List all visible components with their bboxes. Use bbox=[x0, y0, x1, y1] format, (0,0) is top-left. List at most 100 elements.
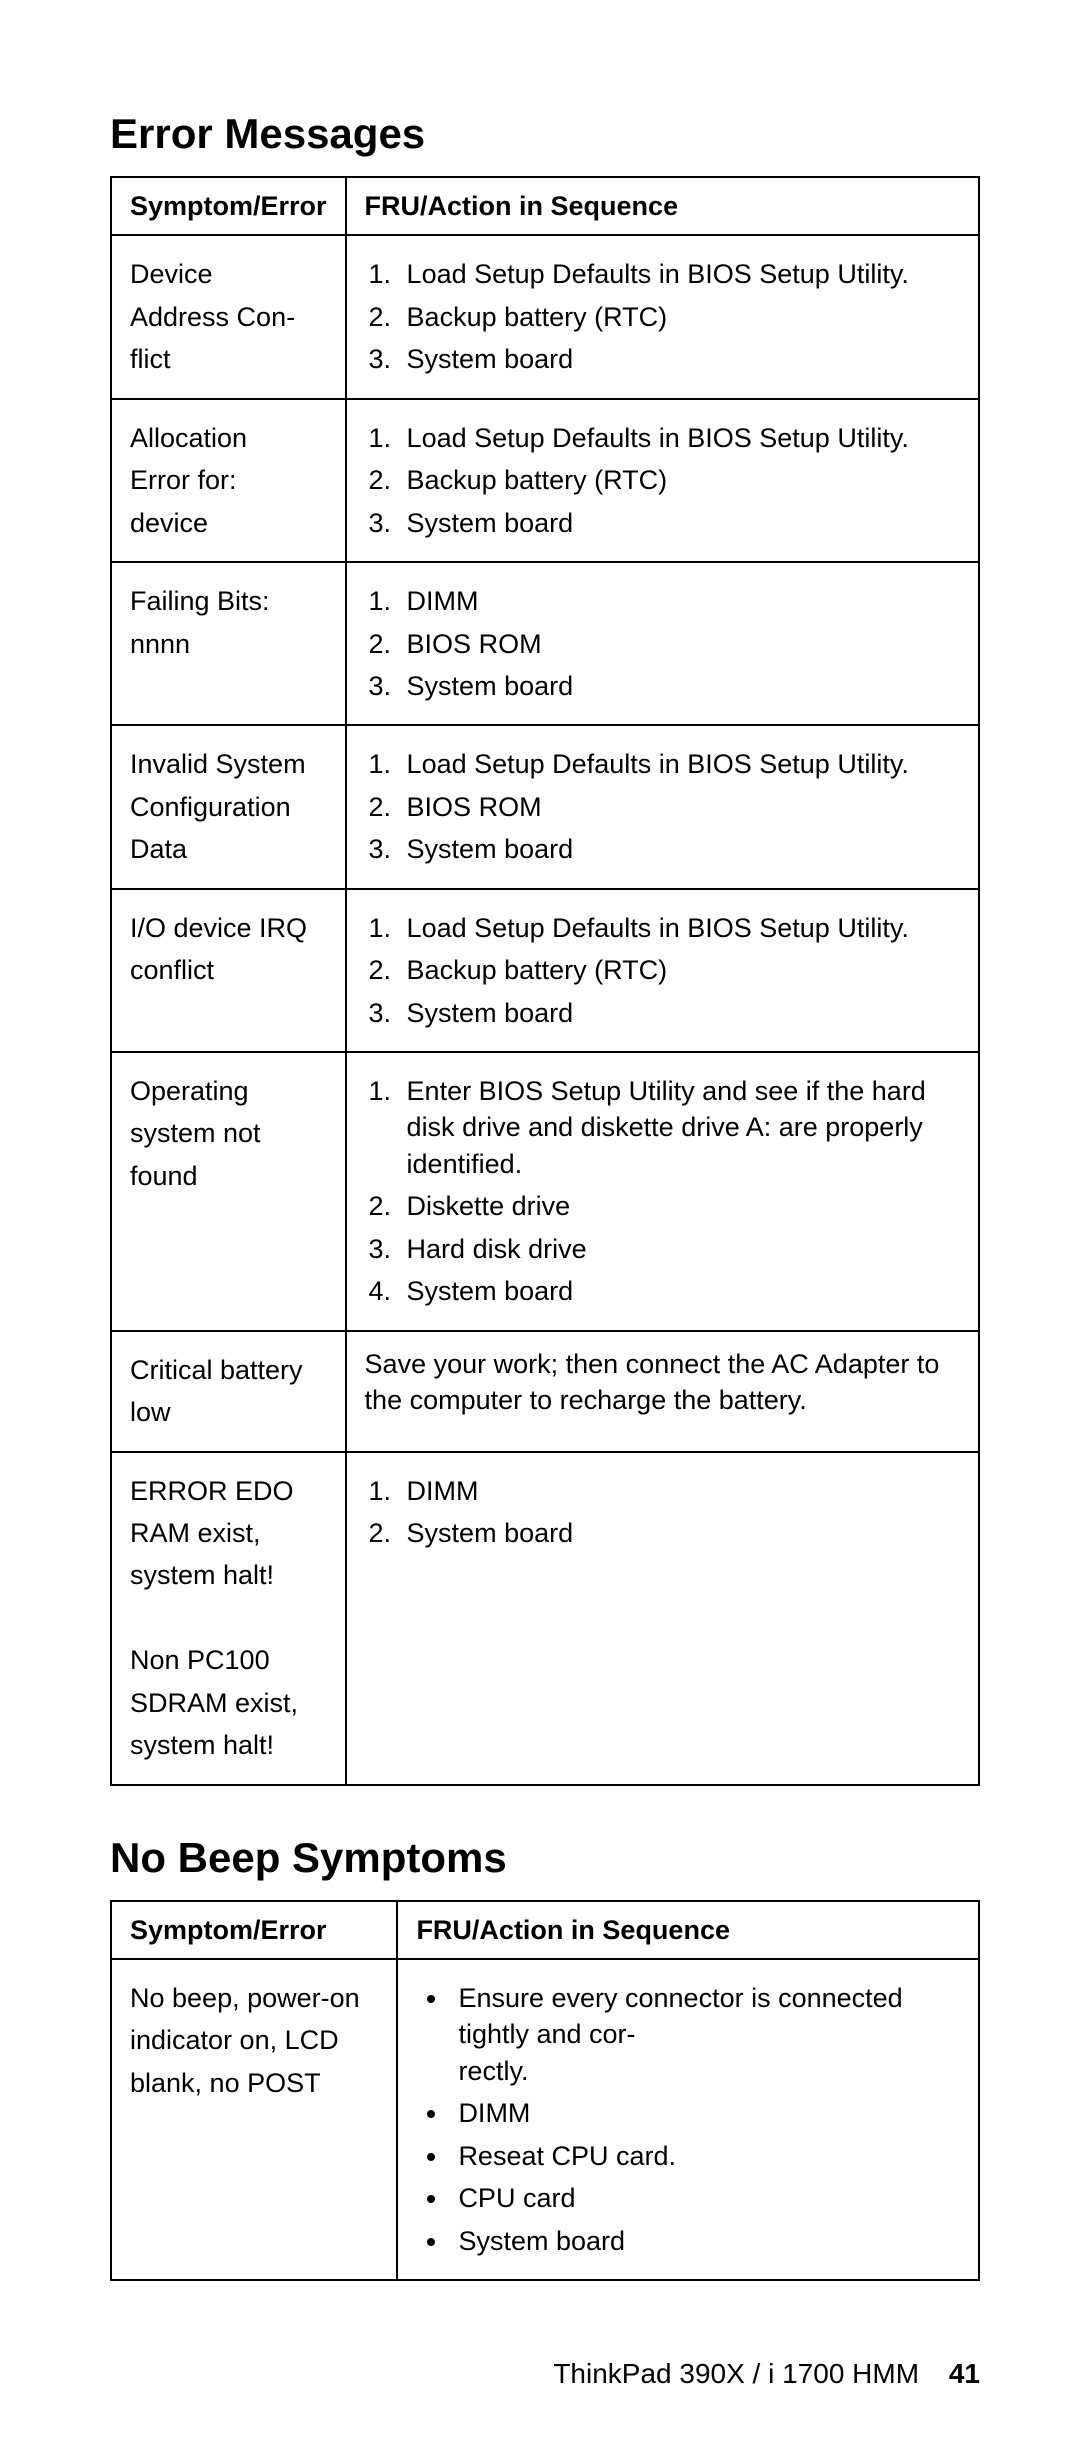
action-item: BIOS ROM bbox=[399, 626, 960, 662]
action-item: Hard disk drive bbox=[399, 1231, 960, 1267]
col-action-header: FRU/Action in Sequence bbox=[346, 177, 979, 235]
symptom-line bbox=[130, 1600, 327, 1636]
action-item: BIOS ROM bbox=[399, 789, 960, 825]
action-list: Load Setup Defaults in BIOS Setup Utilit… bbox=[365, 910, 960, 1031]
symptom-line: Error for: bbox=[130, 462, 327, 498]
symptom-cell: Allocation Error for: device bbox=[111, 399, 346, 562]
action-list: Load Setup Defaults in BIOS Setup Utilit… bbox=[365, 256, 960, 377]
action-item: Load Setup Defaults in BIOS Setup Utilit… bbox=[399, 256, 960, 292]
symptom-line: flict bbox=[130, 341, 327, 377]
table-row: ERROR EDO RAM exist, system halt! Non PC10… bbox=[111, 1452, 979, 1785]
symptom-line: SDRAM exist, bbox=[130, 1685, 327, 1721]
table-row: Failing Bits: nnnn DIMM BIOS ROM System boar… bbox=[111, 562, 979, 725]
action-item: Diskette drive bbox=[399, 1188, 960, 1224]
symptom-line: Configuration bbox=[130, 789, 327, 825]
action-cell: Load Setup Defaults in BIOS Setup Utilit… bbox=[346, 889, 979, 1052]
symptom-line: system halt! bbox=[130, 1727, 327, 1763]
action-item: System board bbox=[399, 831, 960, 867]
action-cell: Load Setup Defaults in BIOS Setup Utilit… bbox=[346, 399, 979, 562]
action-list: DIMM BIOS ROM System board bbox=[365, 583, 960, 704]
action-item: System board bbox=[399, 505, 960, 541]
action-cell: DIMM BIOS ROM System board bbox=[346, 562, 979, 725]
action-item: Enter BIOS Setup Utility and see if the … bbox=[399, 1073, 960, 1182]
action-item: System board bbox=[399, 1515, 960, 1551]
symptom-line: system not bbox=[130, 1115, 327, 1151]
action-cell: Enter BIOS Setup Utility and see if the … bbox=[346, 1052, 979, 1331]
table-row: Operating system not found Enter BIOS Setup… bbox=[111, 1052, 979, 1331]
action-item: DIMM bbox=[399, 583, 960, 619]
symptom-line: device bbox=[130, 505, 327, 541]
action-text: Save your work; then connect the AC Adap… bbox=[365, 1346, 960, 1419]
action-cell: Save your work; then connect the AC Adap… bbox=[346, 1331, 979, 1452]
action-item: DIMM bbox=[450, 2095, 960, 2131]
symptom-line: Allocation bbox=[130, 420, 327, 456]
symptom-line: Invalid System bbox=[130, 746, 327, 782]
action-cell: Load Setup Defaults in BIOS Setup Utilit… bbox=[346, 725, 979, 888]
symptom-line: No beep, power-on bbox=[130, 1980, 378, 2016]
action-item: System board bbox=[399, 995, 960, 1031]
symptom-line: nnnn bbox=[130, 626, 327, 662]
footer-model: ThinkPad 390X / i 1700 HMM bbox=[553, 2358, 919, 2389]
action-cell: Ensure every connector is connected tigh… bbox=[397, 1959, 979, 2280]
table-row: Device Address Con-flict Load Setup Defaul… bbox=[111, 235, 979, 398]
action-item: System board bbox=[399, 668, 960, 704]
action-item: Backup battery (RTC) bbox=[399, 462, 960, 498]
symptom-cell: Invalid System Configuration Data bbox=[111, 725, 346, 888]
action-list: Load Setup Defaults in BIOS Setup Utilit… bbox=[365, 420, 960, 541]
symptom-line: RAM exist, bbox=[130, 1515, 327, 1551]
action-item: Load Setup Defaults in BIOS Setup Utilit… bbox=[399, 910, 960, 946]
symptom-cell: ERROR EDO RAM exist, system halt! Non PC10… bbox=[111, 1452, 346, 1785]
col-symptom-header: Symptom/Error bbox=[111, 1901, 397, 1959]
symptom-line: ERROR EDO bbox=[130, 1473, 327, 1509]
table-row: Invalid System Configuration Data Load Setu… bbox=[111, 725, 979, 888]
table-header-row: Symptom/Error FRU/Action in Sequence bbox=[111, 177, 979, 235]
symptom-cell: I/O device IRQ conflict bbox=[111, 889, 346, 1052]
table-row: Allocation Error for: device Load Setup Def… bbox=[111, 399, 979, 562]
action-item: System board bbox=[399, 1273, 960, 1309]
symptom-line: Failing Bits: bbox=[130, 583, 327, 619]
symptom-line: blank, no POST bbox=[130, 2065, 378, 2101]
error-messages-table: Symptom/Error FRU/Action in Sequence Dev… bbox=[110, 176, 980, 1786]
page-footer: ThinkPad 390X / i 1700 HMM 41 bbox=[553, 2358, 980, 2390]
action-item: DIMM bbox=[399, 1473, 960, 1509]
action-list: Enter BIOS Setup Utility and see if the … bbox=[365, 1073, 960, 1310]
action-item: Reseat CPU card. bbox=[450, 2138, 960, 2174]
symptom-line: Data bbox=[130, 831, 327, 867]
action-item: CPU card bbox=[450, 2180, 960, 2216]
symptom-line: found bbox=[130, 1158, 327, 1194]
table-row: Critical batterylow Save your work; then … bbox=[111, 1331, 979, 1452]
table-row: No beep, power-on indicator on, LCD blank,… bbox=[111, 1959, 979, 2280]
action-cell: DIMM System board bbox=[346, 1452, 979, 1785]
action-item: Backup battery (RTC) bbox=[399, 299, 960, 335]
page-number: 41 bbox=[949, 2358, 980, 2389]
action-item: Backup battery (RTC) bbox=[399, 952, 960, 988]
symptom-cell: Device Address Con-flict bbox=[111, 235, 346, 398]
action-item: Ensure every connector is connected tigh… bbox=[450, 1980, 960, 2089]
symptom-cell: Operating system not found bbox=[111, 1052, 346, 1331]
symptom-cell: No beep, power-on indicator on, LCD blank,… bbox=[111, 1959, 397, 2280]
symptom-line: Address Con- bbox=[130, 299, 327, 335]
symptom-line: I/O device IRQ bbox=[130, 910, 327, 946]
action-item: System board bbox=[399, 341, 960, 377]
section2-title: No Beep Symptoms bbox=[110, 1834, 980, 1882]
action-item: System board bbox=[450, 2223, 960, 2259]
table-row: I/O device IRQ conflict Load Setup Default… bbox=[111, 889, 979, 1052]
action-item: Load Setup Defaults in BIOS Setup Utilit… bbox=[399, 420, 960, 456]
symptom-cell: Failing Bits: nnnn bbox=[111, 562, 346, 725]
symptom-line: conflict bbox=[130, 952, 327, 988]
action-list: Load Setup Defaults in BIOS Setup Utilit… bbox=[365, 746, 960, 867]
symptom-line: Operating bbox=[130, 1073, 327, 1109]
symptom-line: Device bbox=[130, 256, 327, 292]
section1-title: Error Messages bbox=[110, 110, 980, 158]
action-list: Ensure every connector is connected tigh… bbox=[416, 1980, 960, 2259]
symptom-line: Critical battery bbox=[130, 1352, 327, 1388]
symptom-line: Non PC100 bbox=[130, 1642, 327, 1678]
symptom-line: indicator on, LCD bbox=[130, 2022, 378, 2058]
action-item: Load Setup Defaults in BIOS Setup Utilit… bbox=[399, 746, 960, 782]
action-list: DIMM System board bbox=[365, 1473, 960, 1552]
symptom-line: system halt! bbox=[130, 1557, 327, 1593]
no-beep-table: Symptom/Error FRU/Action in Sequence No … bbox=[110, 1900, 980, 2282]
symptom-cell: Critical batterylow bbox=[111, 1331, 346, 1452]
col-symptom-header: Symptom/Error bbox=[111, 177, 346, 235]
action-cell: Load Setup Defaults in BIOS Setup Utilit… bbox=[346, 235, 979, 398]
